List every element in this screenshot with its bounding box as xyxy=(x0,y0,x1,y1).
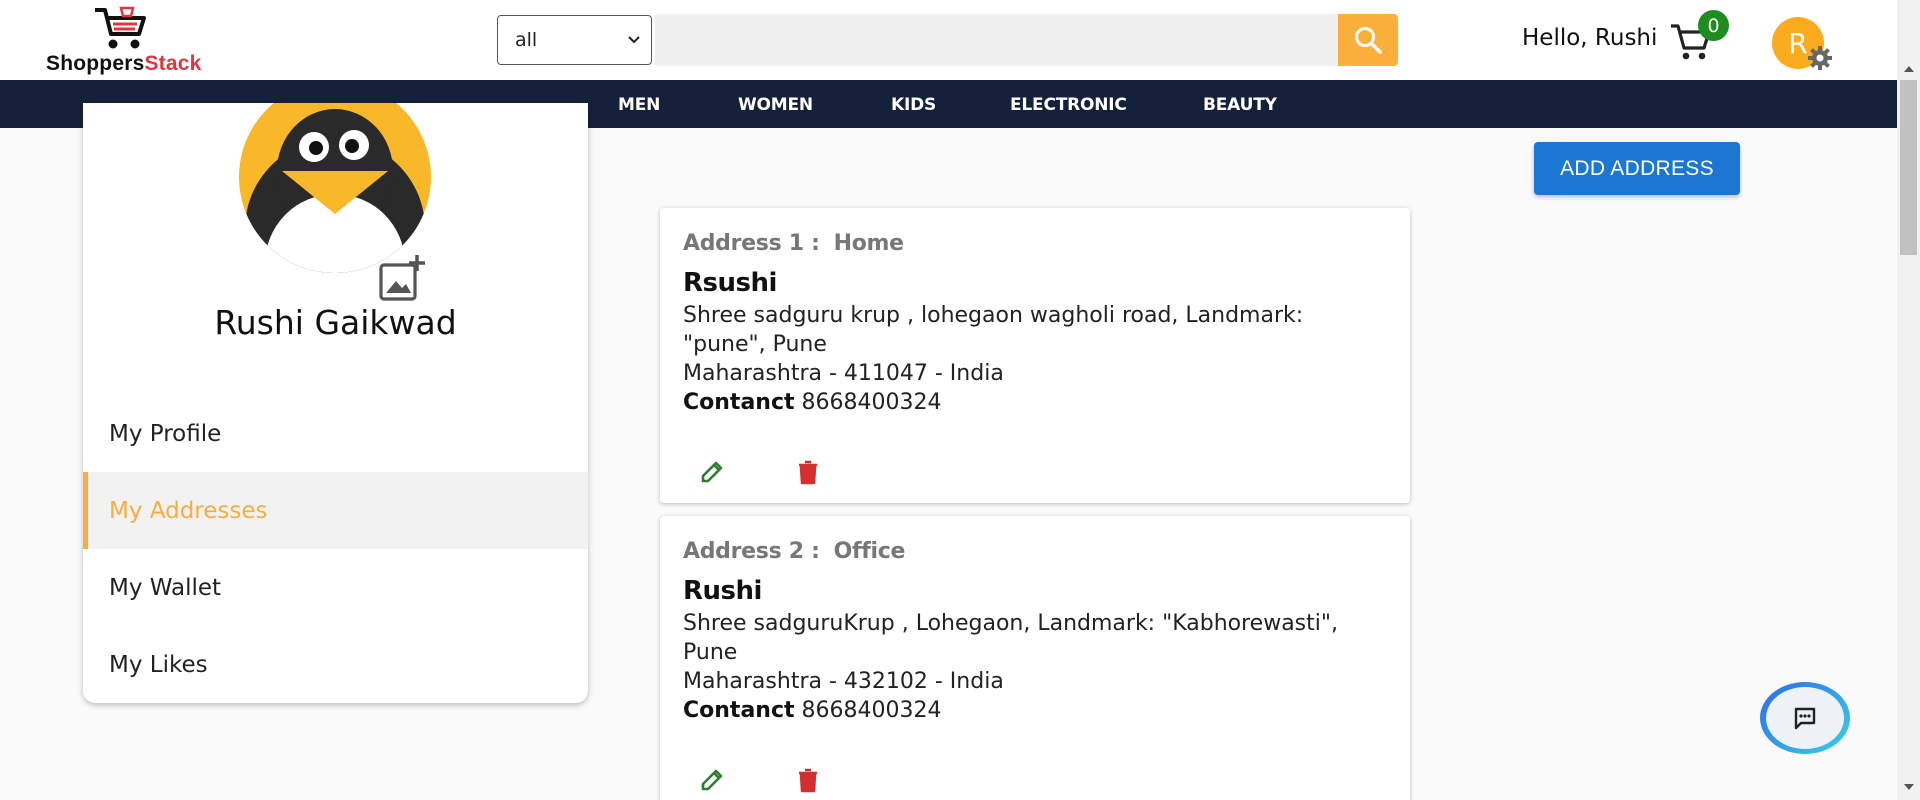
address-contact: Contanct 8668400324 xyxy=(683,698,942,723)
address-card: Address 1 : Home Rsushi Shree sadguru kru… xyxy=(660,208,1410,503)
chat-icon xyxy=(1794,707,1816,730)
user-greeting: Hello, Rushi xyxy=(1522,25,1658,51)
address-name: Rsushi xyxy=(683,268,777,298)
edit-address-button[interactable] xyxy=(696,764,728,796)
menu-item-my-addresses[interactable]: My Addresses xyxy=(83,472,588,549)
trash-icon xyxy=(799,768,817,793)
cart-count-badge: 0 xyxy=(1698,10,1729,41)
chat-button-inner xyxy=(1766,687,1844,749)
nav-item-electronic[interactable]: ELECTRONIC xyxy=(1010,95,1127,115)
scroll-up-arrow-icon[interactable] xyxy=(1904,66,1914,72)
category-select[interactable]: all xyxy=(497,15,652,65)
add-photo-icon[interactable] xyxy=(377,253,429,305)
menu-item-my-wallet[interactable]: My Wallet xyxy=(83,549,588,626)
pencil-icon xyxy=(701,769,723,791)
address-line-2: Pune xyxy=(683,640,738,665)
address-type: Home xyxy=(833,231,904,256)
cart-logo-icon xyxy=(95,6,146,49)
address-label: Address 2 : Office xyxy=(683,539,906,564)
pencil-icon xyxy=(701,461,723,483)
profile-picture xyxy=(239,103,431,273)
logo[interactable]: ShoppersStack xyxy=(46,4,226,76)
logo-text: ShoppersStack xyxy=(46,52,202,75)
delete-address-button[interactable] xyxy=(792,456,824,488)
add-address-button[interactable]: ADD ADDRESS xyxy=(1534,142,1740,195)
chat-button[interactable] xyxy=(1760,682,1850,754)
scroll-down-arrow-icon[interactable] xyxy=(1904,784,1914,790)
menu-item-my-profile[interactable]: My Profile xyxy=(83,395,588,472)
address-type: Office xyxy=(833,539,906,564)
address-line-3: Maharashtra - 432102 - India xyxy=(683,669,1004,694)
header: ShoppersStack all Hello, Rushi 0 R xyxy=(0,0,1897,80)
delete-address-button[interactable] xyxy=(792,764,824,796)
nav-item-women[interactable]: WOMEN xyxy=(738,95,813,115)
address-label: Address 1 : Home xyxy=(683,231,904,256)
edit-address-button[interactable] xyxy=(696,456,728,488)
nav-item-men[interactable]: MEN xyxy=(618,95,660,115)
profile-card: Rushi Gaikwad My Profile My Addresses My… xyxy=(83,103,588,703)
nav-item-kids[interactable]: KIDS xyxy=(891,95,936,115)
address-line-3: Maharashtra - 411047 - India xyxy=(683,361,1004,386)
address-line-1: Shree sadguru krup , lohegaon wagholi ro… xyxy=(683,303,1304,328)
category-select-value: all xyxy=(515,29,538,51)
search-button[interactable] xyxy=(1338,14,1398,66)
address-card: Address 2 : Office Rushi Shree sadguruKru… xyxy=(660,516,1410,800)
chevron-down-icon xyxy=(628,36,640,44)
search-icon xyxy=(1355,27,1382,54)
profile-name: Rushi Gaikwad xyxy=(214,303,457,342)
search-input[interactable] xyxy=(655,14,1339,66)
menu-item-my-likes[interactable]: My Likes xyxy=(83,626,588,703)
trash-icon xyxy=(799,460,817,485)
address-contact: Contanct 8668400324 xyxy=(683,390,942,415)
scrollbar-thumb[interactable] xyxy=(1900,80,1917,255)
nav-item-beauty[interactable]: BEAUTY xyxy=(1203,95,1277,115)
address-line-1: Shree sadguruKrup , Lohegaon, Landmark: … xyxy=(683,611,1338,636)
gear-icon[interactable] xyxy=(1806,44,1834,72)
address-name: Rushi xyxy=(683,576,762,606)
address-line-2: "pune", Pune xyxy=(683,332,827,357)
